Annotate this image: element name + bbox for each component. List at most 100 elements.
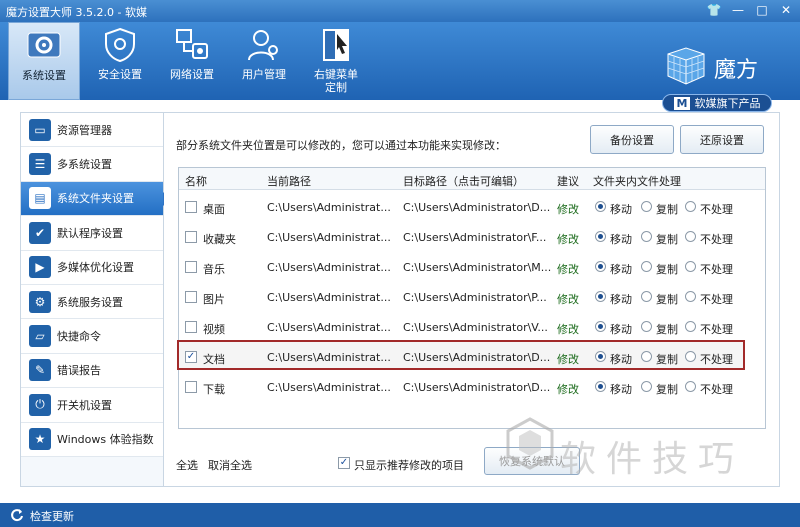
maximize-button[interactable]: □ [752,2,772,19]
check-update-link[interactable]: 检查更新 [30,508,74,524]
move-radio[interactable] [595,381,606,392]
table-row[interactable]: ✓ 文档 C:\Users\Administrat... C:\Users\Admin… [177,340,745,370]
copy-label: 复制 [656,263,678,276]
sidebar-item-label: 多系统设置 [57,158,112,172]
copy-label: 复制 [656,323,678,336]
target-path[interactable]: C:\Users\Administrator\P... [403,291,551,304]
users-icon [248,30,278,61]
table-row[interactable]: 桌面 C:\Users\Administrat... C:\Users\Admini… [179,192,765,222]
sidebar-item-label: 系统文件夹设置 [57,192,134,206]
suggest-value: 修改 [557,293,579,306]
no-handle-label: 不处理 [700,293,733,306]
network-icon [176,29,208,59]
copy-radio[interactable] [641,351,652,362]
deselect-all-link[interactable]: 取消全选 [208,457,252,473]
row-checkbox[interactable] [185,321,197,333]
copy-radio[interactable] [641,201,652,212]
target-path[interactable]: C:\Users\Administrator\V... [403,321,551,334]
no-handle-label: 不处理 [700,353,733,366]
sidebar-item-error-report[interactable]: ✎ 错误报告 [21,353,163,389]
table-row[interactable]: 下载 C:\Users\Administrat... C:\Users\Admini… [179,372,765,402]
move-radio[interactable] [595,231,606,242]
copy-radio[interactable] [641,321,652,332]
no-handle-radio[interactable] [685,381,696,392]
sidebar-item-power[interactable]: ⏻ 开关机设置 [21,388,163,423]
sidebar-item-shortcuts[interactable]: ▱ 快捷命令 [21,319,163,354]
move-radio[interactable] [595,261,606,272]
current-path: C:\Users\Administrat... [267,261,391,274]
row-checkbox[interactable] [185,201,197,213]
sidebar-item-multimedia[interactable]: ▶ 多媒体优化设置 [21,250,163,285]
tab-label: 用户管理 [242,68,286,81]
brand-badge[interactable]: M 软媒旗下产品 [662,94,772,112]
target-path[interactable]: C:\Users\Administrator\D... [403,201,551,214]
sidebar-item-label: Windows 体验指数 [57,433,154,447]
sidebar-item-explorer[interactable]: ▭ 资源管理器 [21,113,163,148]
move-radio[interactable] [595,321,606,332]
select-all-link[interactable]: 全选 [176,457,198,473]
move-radio[interactable] [595,291,606,302]
copy-radio[interactable] [641,291,652,302]
move-radio[interactable] [595,201,606,212]
current-path: C:\Users\Administrat... [267,381,391,394]
target-path[interactable]: C:\Users\Administrator\F... [403,231,551,244]
cursor-icon [323,29,349,61]
folder-name: 文档 [203,353,225,366]
table-row[interactable]: 图片 C:\Users\Administrat... C:\Users\Admini… [179,282,765,312]
play-icon: ▶ [29,256,51,279]
table-row[interactable]: 音乐 C:\Users\Administrat... C:\Users\Admini… [179,252,765,282]
close-button[interactable]: ✕ [776,2,796,19]
move-label: 移动 [610,203,632,216]
power-icon: ⏻ [29,393,51,416]
col-current-path: 当前路径 [267,175,311,188]
no-handle-radio[interactable] [685,231,696,242]
sidebar-item-services[interactable]: ⚙ 系统服务设置 [21,284,163,320]
no-handle-radio[interactable] [685,291,696,302]
move-radio[interactable] [595,351,606,362]
table-row[interactable]: 视频 C:\Users\Administrat... C:\Users\Admini… [179,312,765,342]
tab-context-menu[interactable]: 右键菜单 定制 [300,22,372,100]
sidebar-item-label: 多媒体优化设置 [57,261,134,275]
skin-button[interactable]: 👕 [704,2,724,19]
table-row[interactable]: 收藏夹 C:\Users\Administrat... C:\Users\Admin… [179,222,765,252]
copy-label: 复制 [656,293,678,306]
suggest-value: 修改 [557,383,579,396]
sidebar-item-multi-system[interactable]: ☰ 多系统设置 [21,147,163,182]
no-handle-radio[interactable] [685,201,696,212]
row-checkbox[interactable] [185,381,197,393]
copy-radio[interactable] [641,261,652,272]
copy-label: 复制 [656,233,678,246]
row-checkbox[interactable]: ✓ [185,351,197,363]
command-icon: ▱ [29,325,51,348]
tab-system-settings[interactable]: 系统设置 [8,22,80,100]
tab-security-settings[interactable]: 安全设置 [84,22,156,100]
row-checkbox[interactable] [185,291,197,303]
report-icon: ✎ [29,359,51,382]
row-checkbox[interactable] [185,231,197,243]
folder-name: 收藏夹 [203,233,236,246]
restore-settings-button[interactable]: 还原设置 [680,125,764,154]
copy-radio[interactable] [641,381,652,392]
only-recommended-checkbox[interactable]: ✓ [338,457,350,469]
tab-label: 右键菜单 [314,68,358,81]
row-checkbox[interactable] [185,261,197,273]
cube-logo-icon [667,47,705,85]
sidebar-item-default-programs[interactable]: ✔ 默认程序设置 [21,216,163,251]
suggest-value: 修改 [557,203,579,216]
no-handle-radio[interactable] [685,351,696,362]
tab-user-management[interactable]: 用户管理 [228,22,300,100]
move-label: 移动 [610,293,632,306]
no-handle-radio[interactable] [685,261,696,272]
copy-radio[interactable] [641,231,652,242]
sidebar-item-system-folders[interactable]: ▤ 系统文件夹设置 [21,181,170,217]
target-path[interactable]: C:\Users\Administrator\D... [403,381,551,394]
target-path[interactable]: C:\Users\Administrator\M... [403,261,551,274]
minimize-button[interactable]: — [728,2,748,19]
target-path[interactable]: C:\Users\Administrator\D... [403,351,551,364]
no-handle-radio[interactable] [685,321,696,332]
tab-label-line2: 定制 [325,81,347,94]
backup-settings-button[interactable]: 备份设置 [590,125,674,154]
tab-network-settings[interactable]: 网络设置 [156,22,228,100]
sidebar-item-experience-index[interactable]: ★ Windows 体验指数 [21,422,163,457]
window-controls: 👕 — □ ✕ [704,2,796,19]
